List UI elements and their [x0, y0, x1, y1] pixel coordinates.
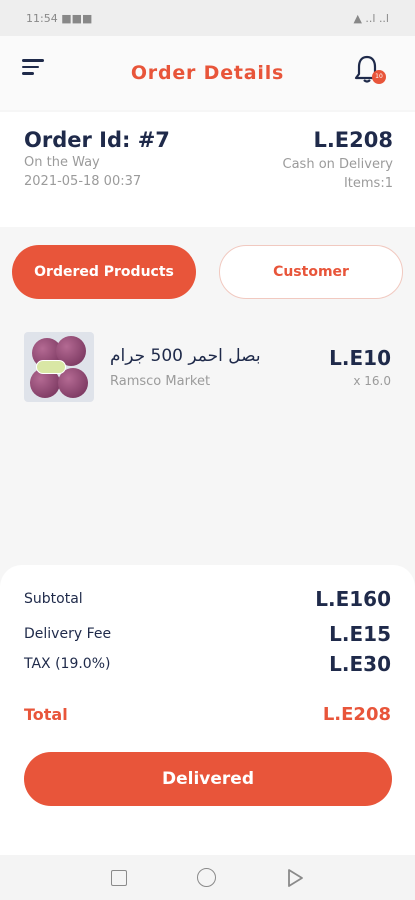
product-quantity: x 16.0 — [353, 374, 391, 388]
subtotal-label: Subtotal — [24, 591, 83, 607]
order-id: Order Id: #7 — [24, 128, 170, 152]
payment-method: Cash on Delivery — [282, 157, 393, 172]
product-price: L.E10 — [329, 346, 391, 370]
order-status: On the Way — [24, 155, 100, 170]
subtotal-row: Subtotal L.E160 — [24, 587, 391, 611]
order-total: L.E208 — [313, 128, 393, 152]
order-summary-card: Order Id: #7 On the Way 2021-05-18 00:37… — [0, 112, 415, 227]
status-bar-left: 11:54 ■■■ — [26, 11, 93, 25]
status-bar-right: ▲ ..l ..l — [353, 11, 389, 25]
product-store: Ramsco Market — [110, 374, 211, 389]
bell-icon[interactable]: 10 — [353, 54, 386, 86]
nav-back-icon[interactable] — [286, 868, 304, 888]
product-list-item[interactable]: بصل احمر 500 جرام Ramsco Market L.E10 x … — [0, 332, 415, 404]
tab-ordered-products[interactable]: Ordered Products — [12, 245, 196, 299]
total-value: L.E208 — [322, 704, 391, 725]
tax-label: TAX (19.0%) — [24, 656, 111, 672]
total-label: Total — [24, 705, 68, 724]
product-name: بصل احمر 500 جرام — [110, 346, 261, 366]
menu-icon[interactable] — [22, 59, 46, 77]
nav-home-icon[interactable] — [197, 868, 216, 887]
tax-value: L.E30 — [329, 652, 391, 676]
nav-recents-icon[interactable] — [111, 869, 127, 886]
subtotal-value: L.E160 — [315, 587, 391, 611]
product-image — [24, 332, 94, 402]
system-nav-bar — [0, 855, 415, 900]
payment-summary: Subtotal L.E160 Delivery Fee L.E15 TAX (… — [0, 565, 415, 855]
tab-customer[interactable]: Customer — [219, 245, 403, 299]
status-bar: 11:54 ■■■ ▲ ..l ..l — [0, 0, 415, 36]
delivery-fee-row: Delivery Fee L.E15 — [24, 622, 391, 646]
delivery-fee-value: L.E15 — [329, 622, 391, 646]
app-bar: Order Details 10 — [0, 36, 415, 110]
delivery-fee-label: Delivery Fee — [24, 626, 112, 642]
tax-row: TAX (19.0%) L.E30 — [24, 652, 391, 676]
item-count: Items:1 — [343, 176, 393, 191]
total-row: Total L.E208 — [24, 704, 391, 725]
delivered-button[interactable]: Delivered — [24, 752, 392, 806]
page-title: Order Details — [130, 62, 285, 84]
notification-badge: 10 — [372, 70, 386, 84]
order-date: 2021-05-18 00:37 — [24, 174, 142, 189]
